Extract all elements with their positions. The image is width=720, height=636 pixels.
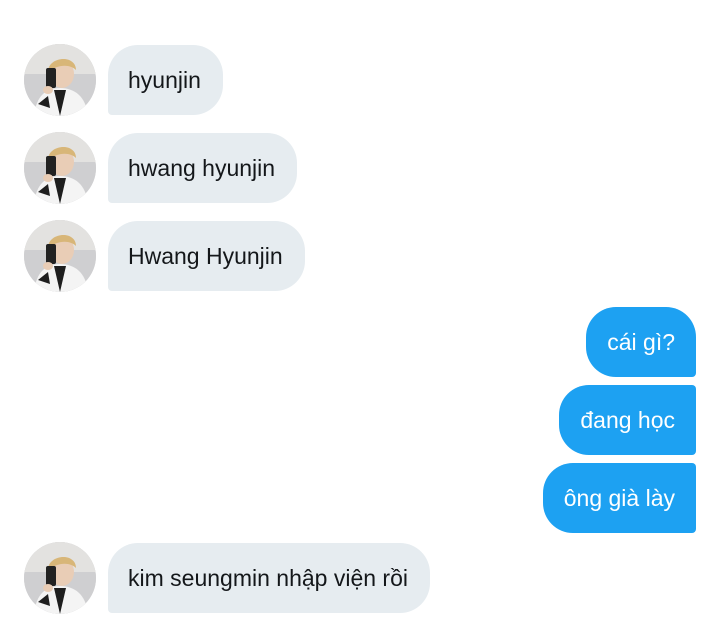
avatar[interactable] (24, 542, 96, 614)
message-bubble-incoming[interactable]: hwang hyunjin (108, 133, 298, 203)
message-row-incoming: kim seungmin nhập viện rồi (24, 542, 430, 614)
message-row-outgoing: ông già lày (542, 463, 696, 533)
message-row-outgoing: cái gì? (586, 307, 696, 377)
message-bubble-incoming[interactable]: Hwang Hyunjin (108, 221, 305, 291)
message-bubble-outgoing[interactable]: đang học (559, 385, 696, 455)
avatar-photo-icon (24, 542, 96, 614)
message-bubble-outgoing[interactable]: ông già lày (542, 463, 696, 533)
avatar[interactable] (24, 44, 96, 116)
avatar-photo-icon (24, 132, 96, 204)
message-row-incoming: Hwang Hyunjin (24, 220, 305, 292)
avatar-photo-icon (24, 220, 96, 292)
avatar[interactable] (24, 220, 96, 292)
message-bubble-outgoing[interactable]: cái gì? (586, 307, 696, 377)
message-bubble-incoming[interactable]: hyunjin (108, 45, 223, 115)
avatar-photo-icon (24, 44, 96, 116)
message-row-incoming: hwang hyunjin (24, 132, 298, 204)
avatar[interactable] (24, 132, 96, 204)
chat-thread: hyunjin hwang hyunjin Hwang Hyunjin cái … (0, 0, 720, 636)
message-bubble-incoming[interactable]: kim seungmin nhập viện rồi (108, 543, 430, 613)
message-row-outgoing: đang học (559, 385, 696, 455)
message-row-incoming: hyunjin (24, 44, 223, 116)
